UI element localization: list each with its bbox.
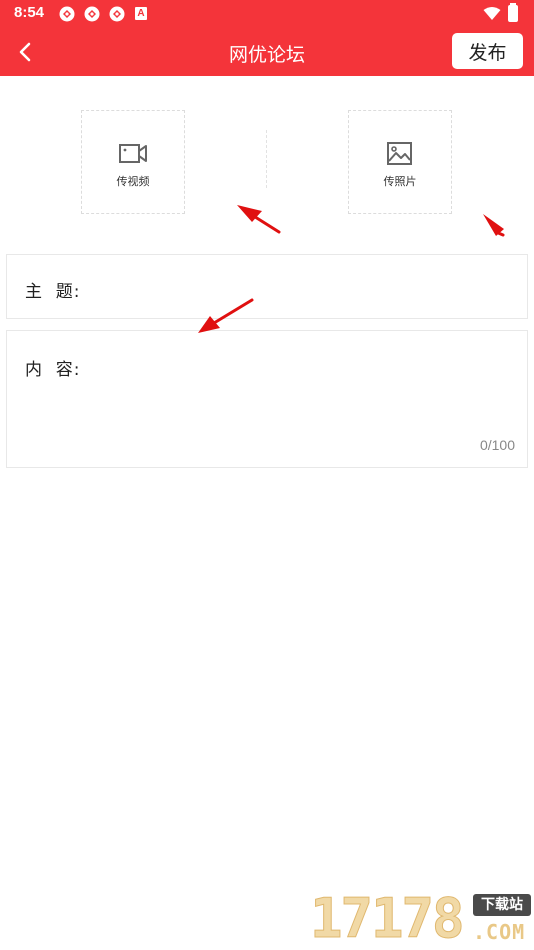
upload-video-label: 传视频: [116, 175, 150, 188]
app-notification-icon: [59, 6, 75, 22]
content-textarea[interactable]: [93, 351, 513, 431]
character-counter: 0/100: [479, 437, 515, 453]
watermark-badge: 下载站: [473, 894, 531, 916]
upload-photo-label: 传照片: [383, 175, 417, 188]
annotation-arrow: [483, 214, 505, 237]
wifi-icon: [483, 7, 501, 20]
content-label: 内 容:: [25, 360, 81, 380]
upload-photo-button[interactable]: 传照片: [348, 110, 452, 214]
battery-icon: [508, 5, 518, 22]
a-badge-icon: A: [135, 7, 147, 20]
video-camera-icon: [119, 144, 147, 163]
watermark-number: 17178: [310, 887, 466, 950]
subject-label: 主 题:: [25, 282, 81, 302]
subject-input[interactable]: [93, 273, 513, 301]
app-notification-icon: [109, 6, 125, 22]
subject-field: 主 题:: [6, 254, 528, 319]
title-bar: 网优论坛 发布: [0, 28, 534, 76]
watermark-domain: .COM: [473, 920, 526, 944]
status-bar: 8:54 A: [0, 0, 534, 28]
publish-button[interactable]: 发布: [452, 33, 523, 69]
watermark: 17178 下载站 .COM: [310, 887, 534, 950]
status-time: 8:54: [14, 4, 45, 21]
content-field: 内 容: 0/100: [6, 330, 528, 468]
image-icon: [387, 142, 412, 165]
upload-video-button[interactable]: 传视频: [81, 110, 185, 214]
upload-divider: [266, 130, 267, 188]
app-notification-icon: [84, 6, 100, 22]
annotation-arrow: [237, 205, 281, 234]
